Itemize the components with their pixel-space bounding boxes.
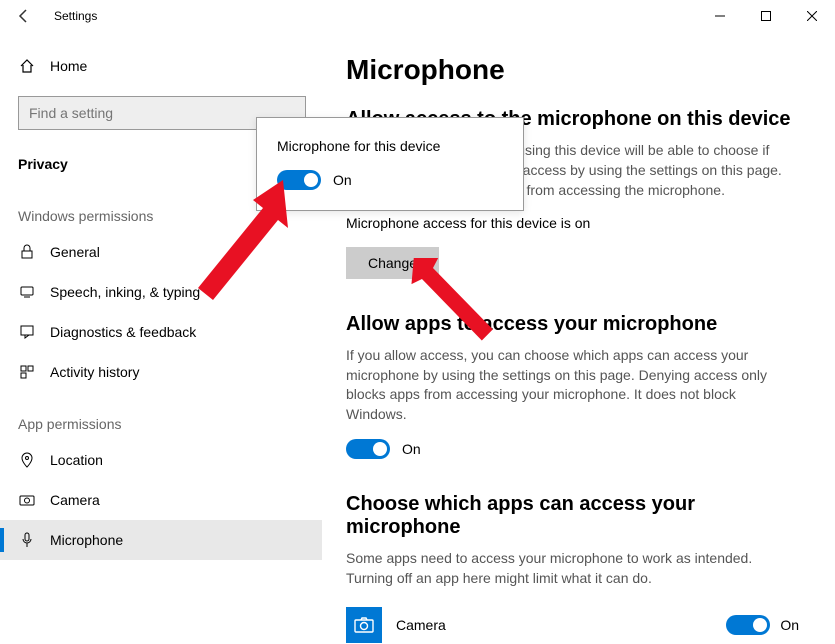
app-camera-toggle[interactable] xyxy=(726,615,770,635)
camera-icon xyxy=(18,491,36,509)
annotation-arrow-2 xyxy=(410,258,500,348)
page-title: Microphone xyxy=(346,54,799,86)
lock-icon xyxy=(18,243,36,261)
speech-icon xyxy=(18,283,36,301)
camera-app-icon xyxy=(346,607,382,643)
sidebar-item-home[interactable]: Home xyxy=(0,46,322,86)
history-icon xyxy=(18,363,36,381)
sidebar-group-app-permissions: App permissions xyxy=(0,392,322,440)
device-access-status: Microphone access for this device is on xyxy=(346,215,799,231)
app-name: Camera xyxy=(396,617,712,633)
device-microphone-popup: Microphone for this device On xyxy=(256,117,524,211)
close-button[interactable] xyxy=(789,0,835,32)
section-choose-apps-heading: Choose which apps can access your microp… xyxy=(346,493,799,539)
location-icon xyxy=(18,451,36,469)
popup-title: Microphone for this device xyxy=(277,138,503,154)
sidebar-item-activity[interactable]: Activity history xyxy=(0,352,322,392)
home-icon xyxy=(18,57,36,75)
sidebar-item-camera[interactable]: Camera xyxy=(0,480,322,520)
sidebar-item-location[interactable]: Location xyxy=(0,440,322,480)
app-row-camera: Camera On xyxy=(346,603,799,644)
sidebar-item-diagnostics[interactable]: Diagnostics & feedback xyxy=(0,312,322,352)
back-button[interactable] xyxy=(0,0,48,32)
microphone-icon xyxy=(18,531,36,549)
titlebar: Settings xyxy=(0,0,835,32)
apps-access-toggle-label: On xyxy=(402,441,421,457)
window-controls xyxy=(697,0,835,32)
maximize-button[interactable] xyxy=(743,0,789,32)
popup-toggle-label: On xyxy=(333,172,352,188)
sidebar-home-label: Home xyxy=(50,58,87,74)
app-camera-toggle-label: On xyxy=(780,617,799,633)
annotation-arrow-1 xyxy=(188,180,288,300)
feedback-icon xyxy=(18,323,36,341)
window-title: Settings xyxy=(54,9,97,23)
apps-access-toggle[interactable] xyxy=(346,439,390,459)
section-apps-access-text: If you allow access, you can choose whic… xyxy=(346,346,786,426)
minimize-button[interactable] xyxy=(697,0,743,32)
sidebar-item-microphone[interactable]: Microphone xyxy=(0,520,322,560)
section-choose-apps-text: Some apps need to access your microphone… xyxy=(346,549,786,589)
